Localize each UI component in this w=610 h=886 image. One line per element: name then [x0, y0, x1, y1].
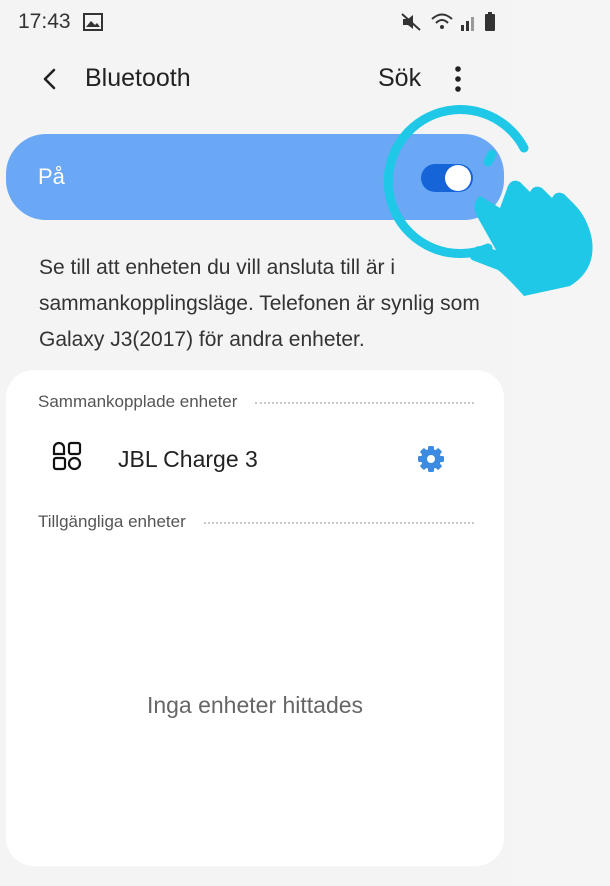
gear-icon [416, 446, 446, 478]
more-options-button[interactable] [448, 64, 468, 94]
empty-state-text: Inga enheter hittades [146, 692, 364, 718]
battery-icon [484, 12, 496, 37]
status-bar: 17:43 [0, 0, 510, 44]
switch-knob [445, 165, 471, 191]
bluetooth-switch[interactable] [421, 164, 473, 192]
paired-device-row[interactable]: JBL Charge 3 [6, 430, 504, 486]
available-section-title: Tillgängliga enheter [38, 512, 186, 531]
search-button[interactable]: Sök [378, 64, 421, 93]
devices-card: Sammankopplade enheter JBL Charge 3 Till… [6, 370, 504, 866]
pairing-description: Se till att enheten du vill ansluta till… [39, 256, 480, 351]
page-title: Bluetooth [85, 64, 191, 92]
section-divider [255, 402, 474, 404]
device-generic-icon [52, 441, 82, 476]
section-divider [203, 522, 474, 524]
back-arrow-icon [36, 68, 66, 100]
mute-icon [400, 12, 424, 37]
wifi-icon [430, 12, 454, 37]
device-name: JBL Charge 3 [118, 446, 258, 472]
more-vert-icon [448, 66, 468, 98]
status-icons [400, 12, 496, 37]
status-time: 17:43 [18, 10, 71, 33]
back-button[interactable] [36, 62, 66, 96]
signal-icon [460, 12, 478, 37]
paired-section-header: Sammankopplade enheter [38, 392, 474, 412]
app-header: Bluetooth Sök [0, 50, 510, 110]
paired-section-title: Sammankopplade enheter [38, 392, 238, 411]
bluetooth-toggle-row[interactable]: På [6, 134, 504, 220]
toggle-label: På [38, 164, 65, 189]
gallery-icon [83, 13, 103, 36]
phone-screen: 17:43 Bluetooth Sök På Se till att enhet… [0, 0, 510, 886]
device-settings-button[interactable] [416, 444, 446, 474]
available-section-header: Tillgängliga enheter [38, 512, 474, 532]
